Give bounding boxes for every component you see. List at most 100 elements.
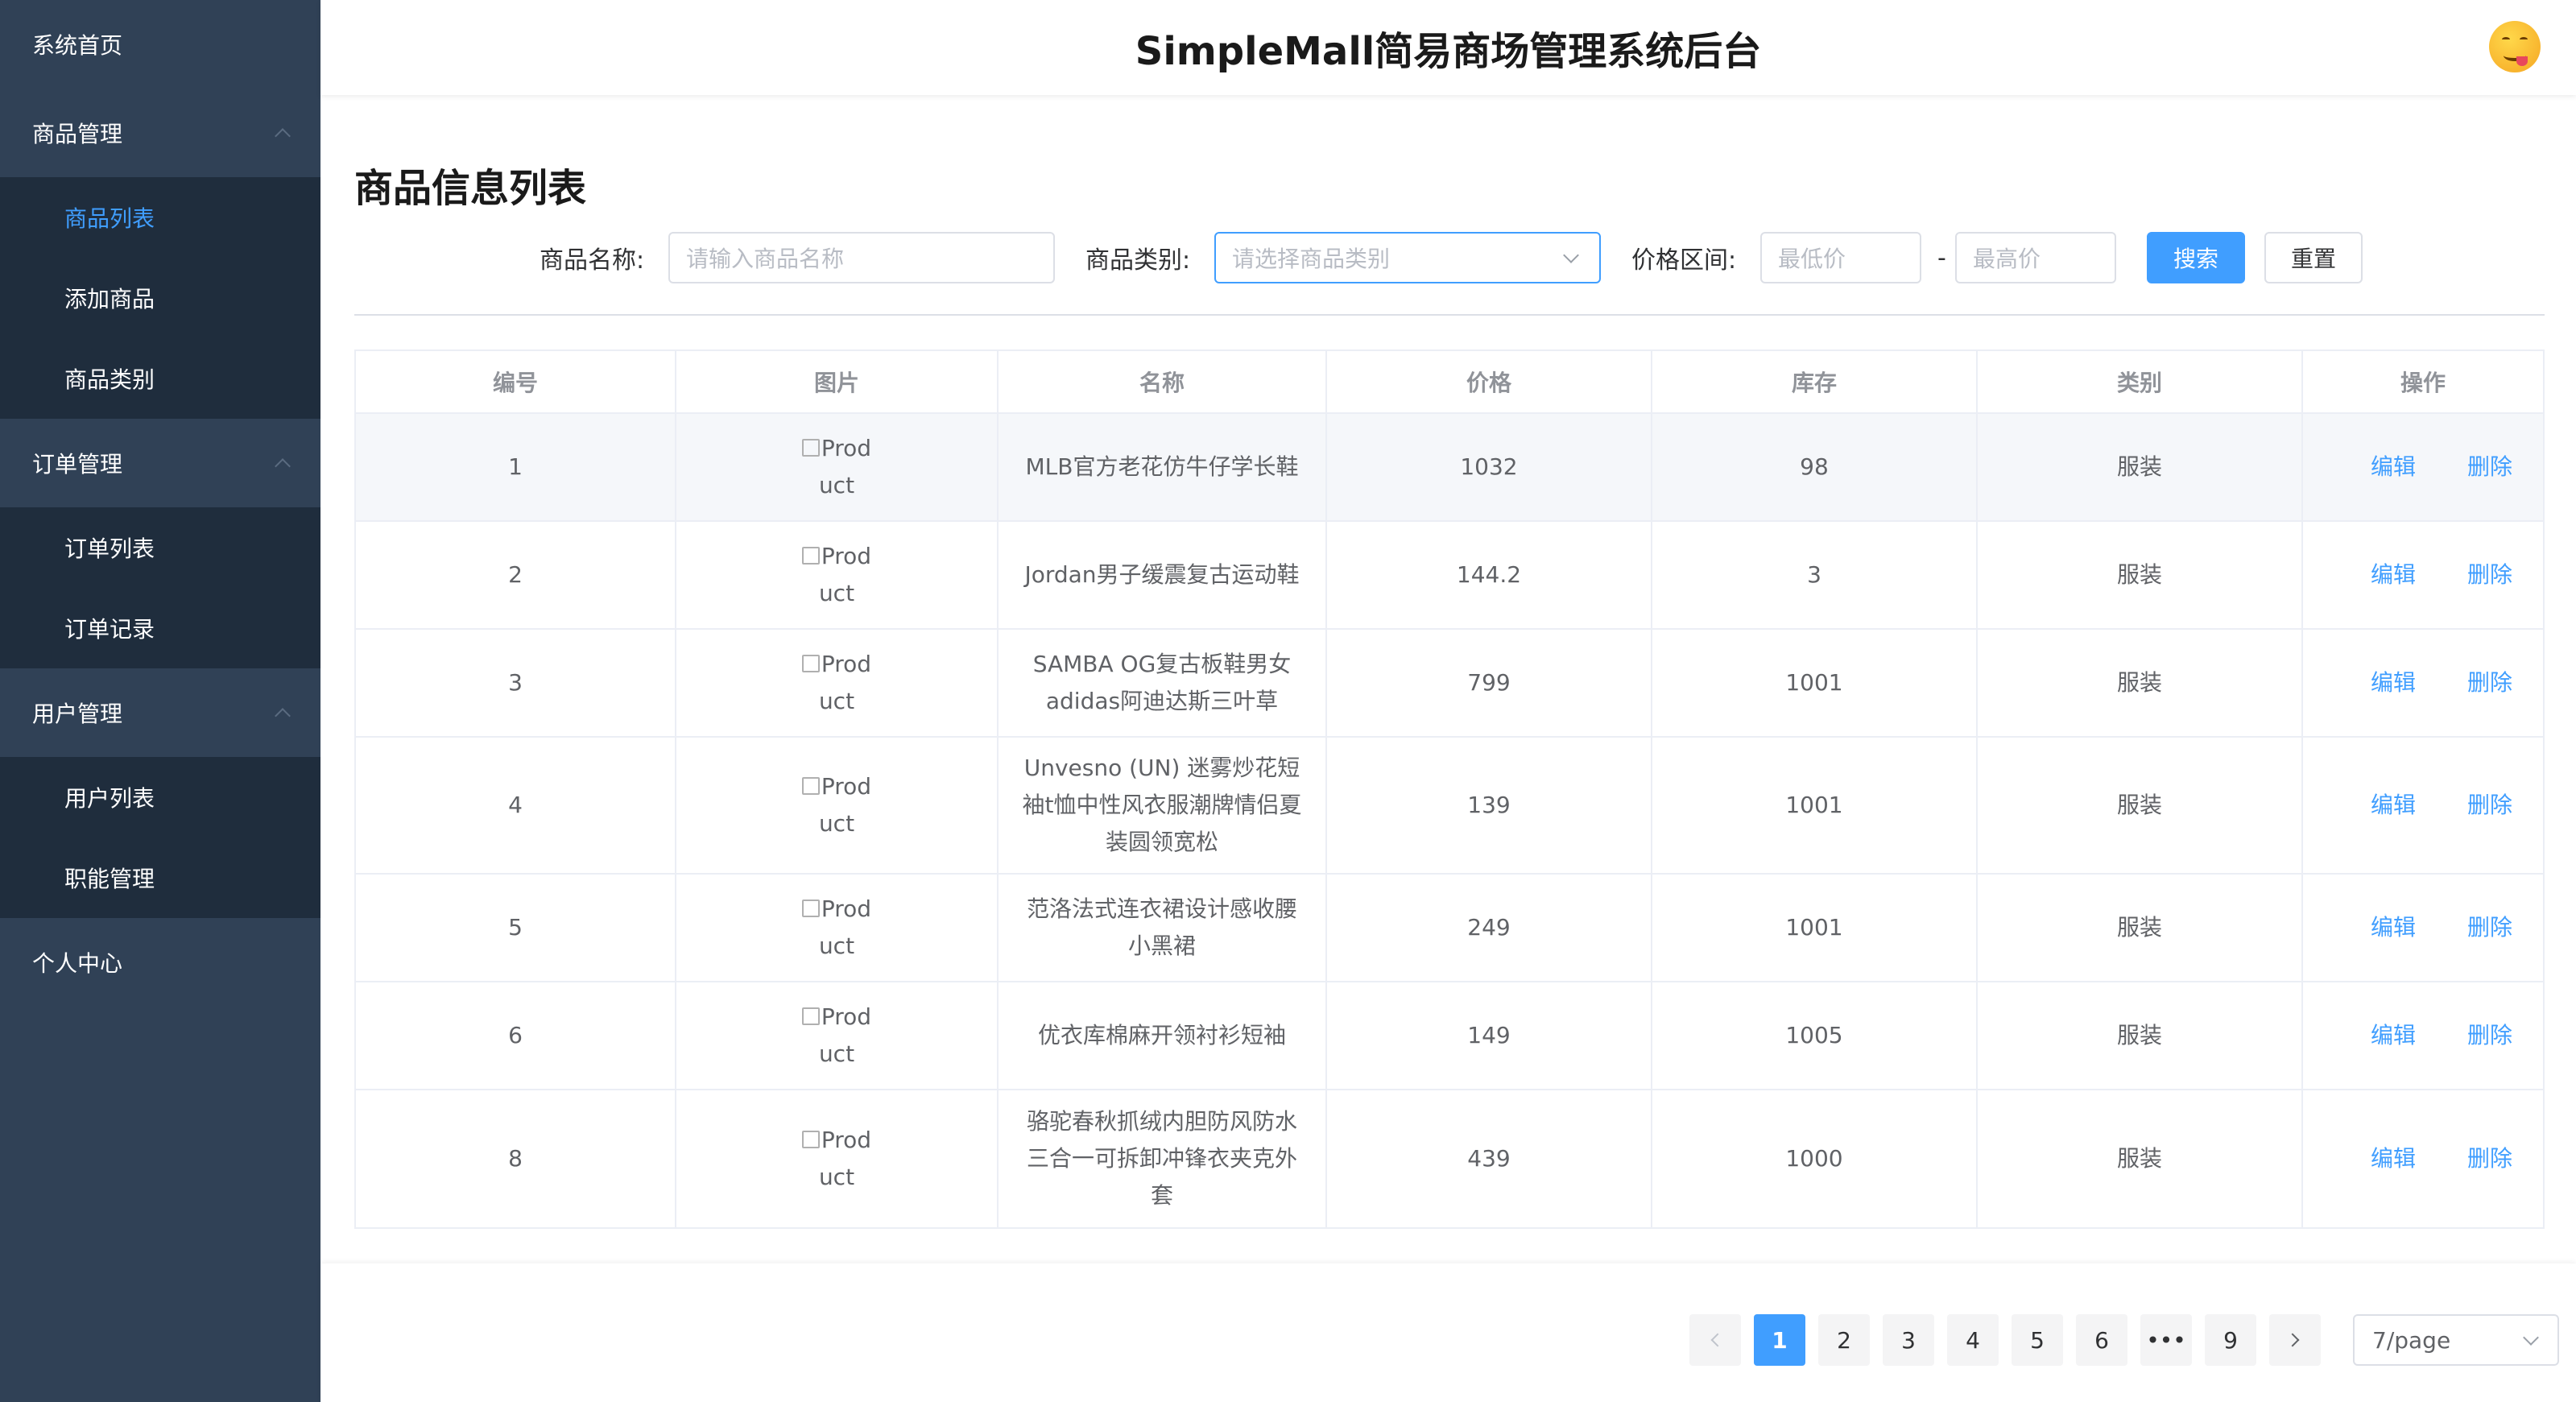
chevron-down-icon	[1563, 247, 1579, 263]
sidebar-item-order-records[interactable]: 订单记录	[0, 588, 320, 668]
column-header-category[interactable]: 类别	[1978, 351, 2303, 412]
chevron-right-icon	[2285, 1333, 2300, 1347]
reset-button[interactable]: 重置	[2264, 232, 2363, 283]
pagination-bar: 1 2 3 4 5 6 ••• 9 7/page	[320, 1263, 2576, 1402]
sidebar-item-order-list[interactable]: 订单列表	[0, 507, 320, 588]
sidebar-item-product-category[interactable]: 商品类别	[0, 338, 320, 419]
main-content: 商品信息列表 商品名称: 请输入商品名称 商品类别: 请选择商品类别 价格区间:…	[320, 95, 2576, 1263]
delete-link[interactable]: 删除	[2467, 556, 2512, 593]
column-header-actions[interactable]: 操作	[2303, 351, 2543, 412]
cell-actions: 编辑 删除	[2303, 630, 2543, 736]
cell-id: 2	[356, 522, 676, 628]
edit-link[interactable]: 编辑	[2371, 1017, 2416, 1054]
edit-link[interactable]: 编辑	[2371, 449, 2416, 486]
broken-image-icon	[801, 777, 820, 795]
pagination: 1 2 3 4 5 6 ••• 9 7/page	[320, 1314, 2576, 1366]
delete-link[interactable]: 删除	[2467, 1140, 2512, 1177]
page-button-4[interactable]: 4	[1947, 1314, 1999, 1366]
sidebar-group-users[interactable]: 用户管理	[0, 668, 320, 757]
page-size-select[interactable]: 7/page	[2353, 1314, 2559, 1366]
cell-stock: 1001	[1652, 738, 1978, 873]
max-price-input[interactable]: 最高价	[1955, 232, 2116, 283]
table-row[interactable]: 4 Product Unvesno (UN) 迷雾炒花短袖t恤中性风衣服潮牌情侣…	[356, 738, 2543, 875]
table-row[interactable]: 2 Product Jordan男子缓震复古运动鞋 144.2 3 服装 编辑 …	[356, 522, 2543, 630]
page-size-value: 7/page	[2372, 1326, 2451, 1354]
cell-image: Product	[676, 738, 999, 873]
sidebar-item-roles[interactable]: 职能管理	[0, 837, 320, 918]
product-name-input[interactable]: 请输入商品名称	[668, 232, 1055, 283]
page-title: 商品信息列表	[354, 166, 587, 211]
cell-actions: 编辑 删除	[2303, 875, 2543, 981]
prev-page-button[interactable]	[1689, 1314, 1741, 1366]
edit-link[interactable]: 编辑	[2371, 787, 2416, 824]
table-row[interactable]: 6 Product 优衣库棉麻开领衬衫短袖 149 1005 服装 编辑 删除	[356, 982, 2543, 1090]
delete-link[interactable]: 删除	[2467, 787, 2512, 824]
table-row[interactable]: 8 Product 骆驼春秋抓绒内胆防风防水三合一可拆卸冲锋衣夹克外套 439 …	[356, 1090, 2543, 1227]
sidebar-item-add-product[interactable]: 添加商品	[0, 258, 320, 338]
cell-actions: 编辑 删除	[2303, 982, 2543, 1089]
cell-name: Unvesno (UN) 迷雾炒花短袖t恤中性风衣服潮牌情侣夏装圆领宽松	[999, 738, 1327, 873]
delete-link[interactable]: 删除	[2467, 664, 2512, 701]
column-header-id[interactable]: 编号	[356, 351, 676, 412]
cell-id: 1	[356, 414, 676, 520]
min-price-input[interactable]: 最低价	[1760, 232, 1921, 283]
table-row[interactable]: 1 Product MLB官方老花仿牛仔学长鞋 1032 98 服装 编辑 删除	[356, 414, 2543, 522]
edit-link[interactable]: 编辑	[2371, 664, 2416, 701]
cell-name: 范洛法式连衣裙设计感收腰小黑裙	[999, 875, 1327, 981]
cell-image: Product	[676, 630, 999, 736]
page-button-3[interactable]: 3	[1883, 1314, 1934, 1366]
chevron-up-icon	[275, 708, 291, 724]
avatar-eye	[2502, 37, 2510, 42]
edit-link[interactable]: 编辑	[2371, 909, 2416, 946]
sidebar-group-orders[interactable]: 订单管理	[0, 419, 320, 507]
table-row[interactable]: 5 Product 范洛法式连衣裙设计感收腰小黑裙 249 1001 服装 编辑…	[356, 875, 2543, 982]
delete-link[interactable]: 删除	[2467, 1017, 2512, 1054]
chevron-left-icon	[1710, 1333, 1725, 1347]
next-page-button[interactable]	[2269, 1314, 2321, 1366]
cell-stock: 1001	[1652, 630, 1978, 736]
product-category-select[interactable]: 请选择商品类别	[1214, 232, 1601, 283]
product-category-placeholder: 请选择商品类别	[1232, 246, 1391, 272]
search-button[interactable]: 搜索	[2147, 232, 2245, 283]
cell-price: 439	[1327, 1090, 1652, 1227]
column-header-price[interactable]: 价格	[1327, 351, 1652, 412]
avatar[interactable]	[2489, 21, 2541, 72]
cell-name: 优衣库棉麻开领衬衫短袖	[999, 982, 1327, 1089]
broken-image-icon	[801, 900, 820, 917]
more-pages-button[interactable]: •••	[2140, 1314, 2192, 1366]
sidebar-item-personal-center[interactable]: 个人中心	[0, 918, 320, 1007]
cell-id: 5	[356, 875, 676, 981]
cell-price: 799	[1327, 630, 1652, 736]
table-row[interactable]: 3 Product SAMBA OG复古板鞋男女adidas阿迪达斯三叶草 79…	[356, 630, 2543, 738]
page-button-6[interactable]: 6	[2076, 1314, 2127, 1366]
edit-link[interactable]: 编辑	[2371, 1140, 2416, 1177]
cell-image: Product	[676, 875, 999, 981]
column-header-image[interactable]: 图片	[676, 351, 999, 412]
image-alt-text: Product	[818, 895, 872, 959]
page-button-1[interactable]: 1	[1754, 1314, 1805, 1366]
page-button-9[interactable]: 9	[2205, 1314, 2256, 1366]
sidebar-item-user-list[interactable]: 用户列表	[0, 757, 320, 837]
page-button-2[interactable]: 2	[1818, 1314, 1870, 1366]
product-image: Product	[796, 538, 877, 612]
column-header-stock[interactable]: 库存	[1652, 351, 1978, 412]
sidebar-item-product-list[interactable]: 商品列表	[0, 177, 320, 258]
edit-link[interactable]: 编辑	[2371, 556, 2416, 593]
min-price-placeholder: 最低价	[1778, 246, 1846, 272]
sidebar-group-products[interactable]: 商品管理	[0, 89, 320, 177]
product-image: Product	[796, 768, 877, 842]
product-name-label: 商品名称:	[540, 246, 645, 275]
product-table: 编号 图片 名称 价格 库存 类别 操作 1 Product MLB官方老花仿牛…	[354, 349, 2545, 1229]
broken-image-icon	[801, 547, 820, 565]
submenu-products: 商品列表 添加商品 商品类别	[0, 177, 320, 419]
delete-link[interactable]: 删除	[2467, 449, 2512, 486]
column-header-name[interactable]: 名称	[999, 351, 1327, 412]
sidebar-item-home[interactable]: 系统首页	[0, 0, 320, 89]
page-button-5[interactable]: 5	[2012, 1314, 2063, 1366]
broken-image-icon	[801, 1007, 820, 1025]
avatar-eye	[2520, 37, 2528, 42]
delete-link[interactable]: 删除	[2467, 909, 2512, 946]
cell-stock: 1000	[1652, 1090, 1978, 1227]
cell-category: 服装	[1978, 875, 2303, 981]
cell-price: 144.2	[1327, 522, 1652, 628]
